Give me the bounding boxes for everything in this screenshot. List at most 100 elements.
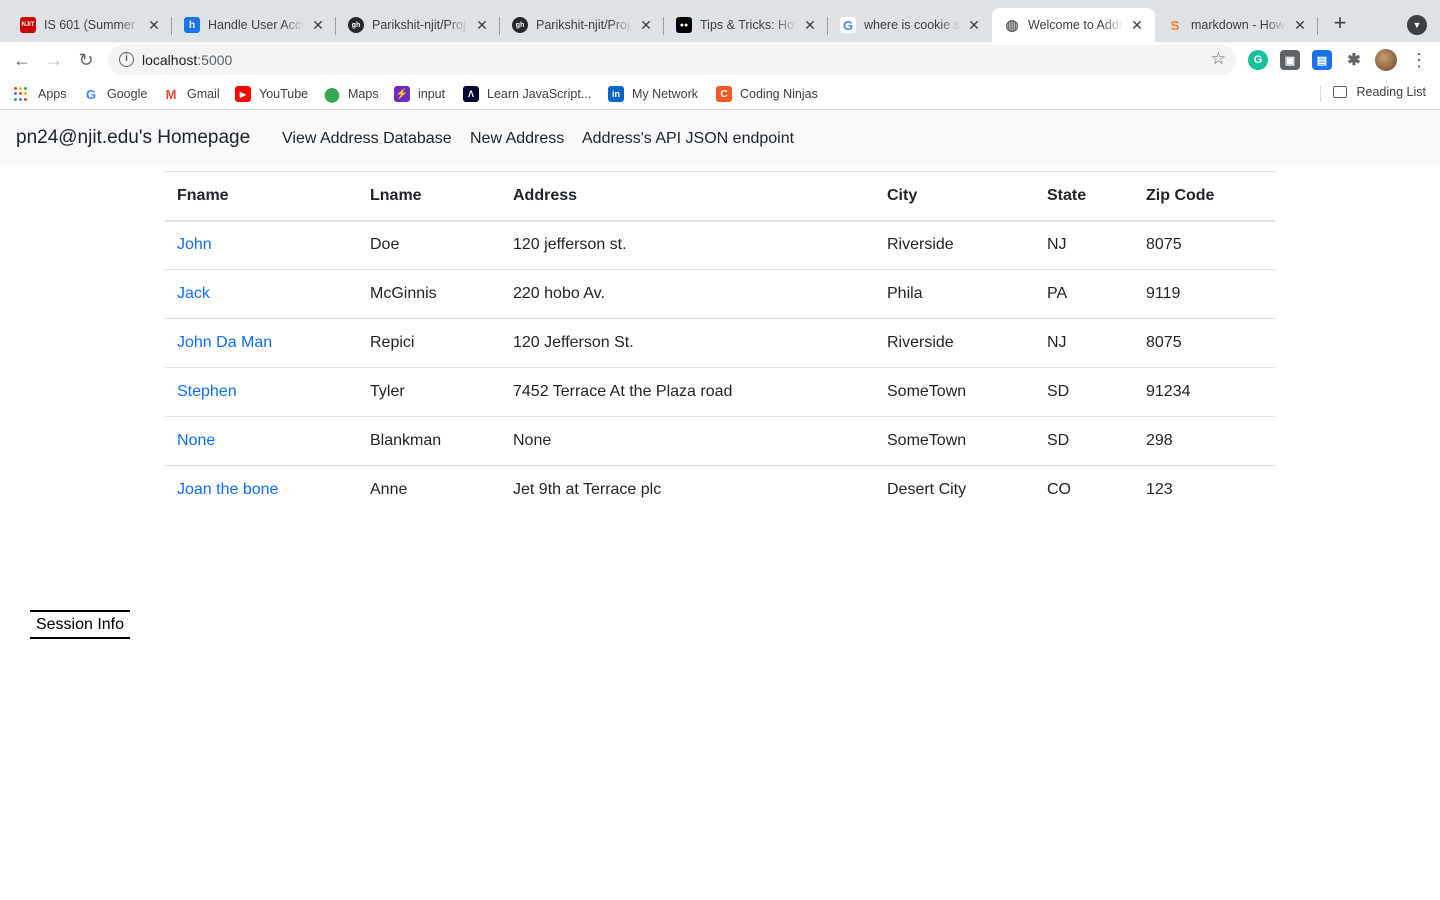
- state-cell: CO: [1047, 481, 1071, 499]
- table-row: None Blankman None SomeTown SD 298: [165, 416, 1275, 466]
- lname-cell: McGinnis: [358, 269, 501, 319]
- browser-tab-active[interactable]: ◍ Welcome to Addr ✕: [992, 8, 1155, 42]
- address-cell: 120 Jefferson St.: [501, 318, 875, 368]
- lightning-icon: ⚡: [394, 86, 410, 102]
- plus-icon[interactable]: +: [1328, 12, 1352, 36]
- google-icon: G: [85, 86, 97, 102]
- maps-pin-icon: ⬤: [324, 85, 340, 102]
- close-icon[interactable]: ✕: [966, 17, 982, 33]
- address-cell: 120 jefferson st.: [501, 220, 875, 270]
- browser-tab[interactable]: gh Parikshit-njit/Proj ✕: [500, 8, 664, 42]
- browser-tab[interactable]: h Handle User Acco ✕: [172, 8, 336, 42]
- bookmark-google[interactable]: G Google: [83, 85, 147, 103]
- nav-new-address[interactable]: New Address: [470, 130, 564, 148]
- table-header-row: Fname Lname Address City State Zip Code: [165, 171, 1275, 222]
- reload-icon[interactable]: ↻: [74, 48, 98, 72]
- info-icon[interactable]: i: [119, 52, 134, 67]
- reading-list-icon: [1332, 86, 1347, 98]
- fname-link[interactable]: John Da Man: [165, 318, 358, 368]
- close-icon[interactable]: ✕: [802, 17, 818, 33]
- table-row: Jack McGinnis 220 hobo Av. Phila PA 9119: [165, 269, 1275, 319]
- bookmark-coding-ninjas[interactable]: C Coding Ninjas: [716, 85, 818, 103]
- apps-grid-icon: [14, 87, 28, 101]
- extension-icon[interactable]: ▤: [1312, 50, 1332, 70]
- fname-link[interactable]: Stephen: [165, 367, 358, 417]
- bookmark-apps[interactable]: Apps: [14, 85, 67, 103]
- browser-tab-strip: NJIT IS 601 (Summer 2 ✕ h Handle User Ac…: [0, 0, 1440, 42]
- nav-view-address-database[interactable]: View Address Database: [282, 130, 452, 148]
- close-icon[interactable]: ✕: [310, 17, 326, 33]
- table-row: John Da Man Repici 120 Jefferson St. Riv…: [165, 318, 1275, 368]
- fname-link[interactable]: Joan the bone: [165, 466, 358, 515]
- url-text[interactable]: localhost:5000: [142, 52, 232, 68]
- github-icon: gh: [512, 17, 528, 33]
- address-cell: None: [501, 416, 875, 466]
- browser-tab[interactable]: ●● Tips & Tricks: How ✕: [664, 8, 828, 42]
- browser-tab[interactable]: NJIT IS 601 (Summer 2 ✕: [8, 8, 172, 42]
- coding-ninjas-icon: C: [716, 86, 732, 102]
- browser-tab[interactable]: S markdown - How ✕: [1155, 8, 1318, 42]
- navbar-brand[interactable]: pn24@njit.edu's Homepage: [16, 127, 250, 149]
- table-row: John Doe 120 jefferson st. Riverside NJ …: [165, 220, 1275, 270]
- zip-cell: 8075: [1134, 220, 1275, 270]
- browser-tab[interactable]: G where is cookie s ✕: [828, 8, 992, 42]
- javascript-icon: Λ: [463, 86, 479, 102]
- column-header-zip: Zip Code: [1134, 171, 1275, 222]
- lname-cell: Repici: [358, 318, 501, 368]
- bookmark-input[interactable]: ⚡ input: [394, 85, 445, 103]
- bookmark-youtube[interactable]: ▶ YouTube: [235, 85, 308, 103]
- fname-link[interactable]: Jack: [165, 269, 358, 319]
- close-icon[interactable]: ✕: [1292, 17, 1308, 33]
- zip-cell: 91234: [1134, 367, 1275, 417]
- city-cell: Riverside: [875, 220, 1035, 270]
- address-cell: 7452 Terrace At the Plaza road: [501, 367, 875, 417]
- lname-cell: Tyler: [358, 367, 501, 417]
- session-info-link[interactable]: Session Info: [30, 610, 130, 639]
- tab-title: Welcome to Addr: [1028, 18, 1123, 32]
- bookmark-label: Apps: [38, 87, 67, 101]
- address-bar[interactable]: i localhost:5000 ☆: [108, 45, 1236, 75]
- url-port: :5000: [197, 52, 233, 68]
- extension-icon[interactable]: ▣: [1280, 50, 1300, 70]
- state-cell: NJ: [1035, 220, 1134, 270]
- njit-icon: NJIT: [20, 17, 36, 33]
- puzzle-icon[interactable]: ✱: [1344, 50, 1364, 70]
- browser-toolbar: ← → ↻ i localhost:5000 ☆ G ▣ ▤ ✱ ⋮: [0, 42, 1440, 78]
- fname-link[interactable]: None: [165, 416, 358, 466]
- browser-tab[interactable]: gh Parikshit-njit/Proj ✕: [336, 8, 500, 42]
- tab-title: Handle User Acco: [208, 18, 304, 32]
- fname-link[interactable]: John: [165, 220, 358, 270]
- lname-cell: Anne: [370, 481, 408, 499]
- zip-cell: 298: [1134, 416, 1275, 466]
- reading-list-button[interactable]: Reading List: [1332, 85, 1426, 99]
- city-cell: SomeTown: [875, 367, 1035, 417]
- bookmark-my-network[interactable]: in My Network: [608, 85, 698, 103]
- tab-title: where is cookie s: [864, 18, 960, 32]
- lname-cell: Blankman: [358, 416, 501, 466]
- bookmark-label: Google: [107, 87, 148, 101]
- column-header-address: Address: [501, 171, 875, 222]
- bookmark-divider: [1320, 86, 1321, 102]
- state-cell: SD: [1035, 416, 1134, 466]
- bookmark-star-icon[interactable]: ☆: [1211, 49, 1226, 69]
- city-cell: SomeTown: [875, 416, 1035, 466]
- tab-search-icon[interactable]: ▼: [1407, 15, 1427, 35]
- tab-title: Parikshit-njit/Proj: [372, 18, 466, 32]
- forward-arrow-icon[interactable]: →: [42, 48, 66, 72]
- nav-api-json-endpoint[interactable]: Address's API JSON endpoint: [582, 130, 794, 148]
- back-arrow-icon[interactable]: ←: [10, 48, 34, 72]
- close-icon[interactable]: ✕: [474, 17, 490, 33]
- more-menu-icon[interactable]: ⋮: [1410, 48, 1428, 72]
- close-icon[interactable]: ✕: [146, 17, 162, 33]
- bookmark-learn-javascript[interactable]: Λ Learn JavaScript...: [463, 85, 591, 103]
- close-icon[interactable]: ✕: [1129, 17, 1145, 33]
- close-icon[interactable]: ✕: [638, 17, 654, 33]
- bookmark-gmail[interactable]: M Gmail: [163, 85, 220, 103]
- column-header-state: State: [1035, 171, 1134, 222]
- medium-icon: ●●: [676, 17, 692, 33]
- youtube-icon: ▶: [235, 86, 251, 102]
- bookmark-maps[interactable]: ⬤ Maps: [324, 85, 378, 103]
- avatar[interactable]: [1375, 49, 1397, 71]
- grammarly-icon[interactable]: G: [1248, 50, 1268, 70]
- city-cell: Riverside: [875, 318, 1035, 368]
